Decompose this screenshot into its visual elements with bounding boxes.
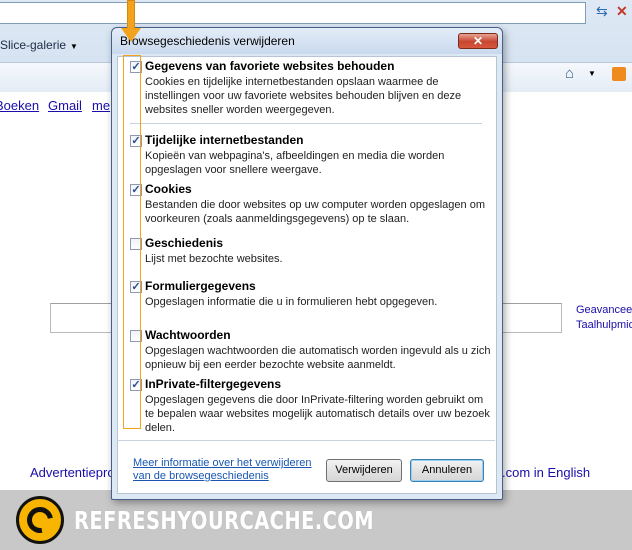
option-description: Kopieën van webpagina's, afbeeldingen en…	[145, 150, 445, 176]
option-title: InPrivate-filtergegevens	[145, 377, 282, 391]
option-description: Opgeslagen informatie die u in formulier…	[145, 296, 438, 308]
slice-gallery-label: Slice-galerie	[0, 38, 67, 52]
checkbox-highlight	[123, 55, 141, 429]
option-title: Geschiedenis	[145, 236, 224, 250]
option-description: Lijst met bezochte websites.	[145, 253, 283, 265]
option-title: Cookies	[145, 182, 192, 196]
option-title: Formuliergegevens	[145, 279, 256, 293]
english-link[interactable]: .com in English	[502, 465, 590, 480]
advertising-link[interactable]: Advertentiepro	[30, 465, 115, 480]
option-description: Cookies en tijdelijke internetbestanden …	[145, 76, 462, 116]
refresh-icon[interactable]: ⇆	[596, 2, 612, 20]
option-title: Gegevens van favoriete websites behouden	[145, 59, 395, 73]
refresh-logo-icon	[16, 496, 64, 544]
option-description: Opgeslagen wachtwoorden die automatisch …	[145, 345, 491, 371]
slice-gallery-button[interactable]: Slice-galerie ▼	[0, 36, 78, 54]
chevron-down-icon[interactable]: ▼	[588, 69, 596, 78]
close-icon: ✕	[472, 34, 484, 48]
divider	[130, 123, 482, 124]
dialog-titlebar[interactable]: Browsegeschiedenis verwijderen ✕	[112, 28, 502, 54]
option-description: Opgeslagen gegevens die door InPrivate-f…	[145, 394, 490, 434]
home-icon[interactable]: ⌂	[565, 66, 583, 82]
delete-button[interactable]: Verwijderen	[326, 459, 402, 482]
language-tools-link[interactable]: Taalhulpmid	[576, 319, 632, 331]
address-bar[interactable]	[0, 2, 586, 24]
brand-name: REFRESHYOURCACHE.COM	[74, 506, 375, 535]
stop-icon[interactable]: ✕	[616, 2, 630, 20]
advanced-search-link[interactable]: Geavancee	[576, 304, 632, 316]
link-more[interactable]: me	[92, 98, 110, 113]
option-description: Bestanden die door websites op uw comput…	[145, 199, 485, 225]
chevron-down-icon: ▼	[70, 42, 78, 51]
divider	[117, 440, 495, 441]
arrow-down-icon	[121, 28, 141, 42]
cancel-button[interactable]: Annuleren	[410, 459, 484, 482]
option-title: Tijdelijke internetbestanden	[145, 133, 304, 147]
arrow-annotation	[127, 0, 135, 30]
close-button[interactable]: ✕	[458, 33, 498, 49]
feed-icon[interactable]	[612, 67, 626, 81]
link-books[interactable]: Boeken	[0, 98, 39, 113]
option-title: Wachtwoorden	[145, 328, 231, 342]
more-info-link[interactable]: Meer informatie over het verwijderen van…	[133, 457, 323, 483]
link-gmail[interactable]: Gmail	[48, 98, 82, 113]
dialog-title: Browsegeschiedenis verwijderen	[120, 34, 295, 48]
